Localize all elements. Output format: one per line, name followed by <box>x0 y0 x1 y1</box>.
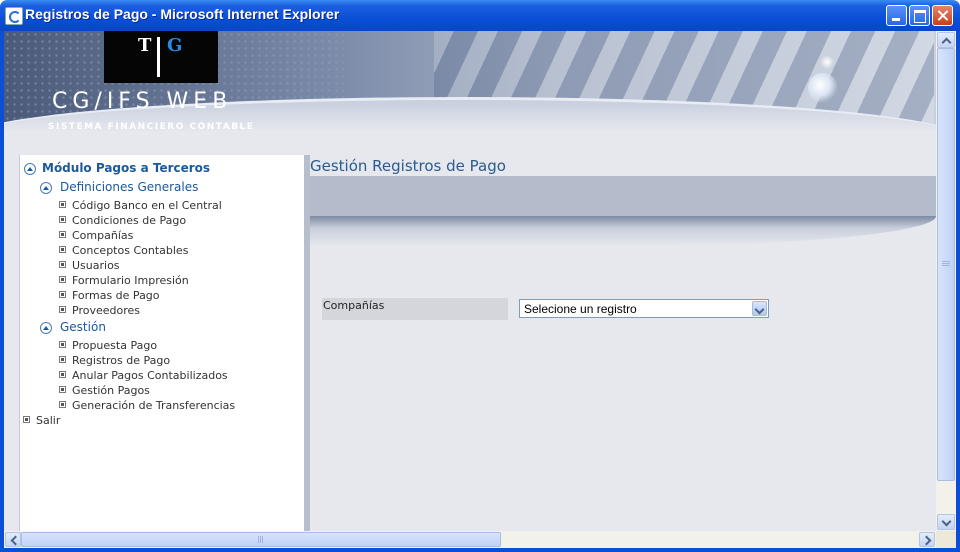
chevron-right-icon <box>921 535 932 546</box>
sidebar-item-propuesta-pago[interactable]: Propuesta Pago <box>72 339 157 352</box>
bullet-icon <box>59 356 66 363</box>
window-title: Registros de Pago - Microsoft Internet E… <box>25 6 340 22</box>
companias-label: Compañías <box>322 298 508 320</box>
brand-tagline: SISTEMA FINANCIERO CONTABLE <box>48 122 255 132</box>
horizontal-scrollbar[interactable] <box>4 531 936 548</box>
sidebar-item-formulario-impresion[interactable]: Formulario Impresión <box>72 274 189 287</box>
sidebar-item-salir[interactable]: Salir <box>36 414 60 427</box>
bullet-icon <box>59 261 66 268</box>
page-title: Gestión Registros de Pago <box>310 157 506 175</box>
grip-icon <box>942 261 950 267</box>
window-title-bar[interactable]: Registros de Pago - Microsoft Internet E… <box>0 0 960 31</box>
chevron-down-icon <box>941 516 952 527</box>
sidebar-item-anular-pagos[interactable]: Anular Pagos Contabilizados <box>72 369 228 382</box>
scroll-left-button[interactable] <box>5 532 21 547</box>
collapse-up-icon[interactable] <box>40 182 52 194</box>
title-band-wave <box>310 216 936 246</box>
horizontal-scroll-thumb[interactable] <box>21 532 501 547</box>
sidebar-item-companias[interactable]: Compañías <box>72 229 133 242</box>
sidebar-item-conceptos-contables[interactable]: Conceptos Contables <box>72 244 188 257</box>
bullet-icon <box>59 201 66 208</box>
bullet-icon <box>59 291 66 298</box>
banner-glow <box>808 73 838 103</box>
sidebar-item-proveedores[interactable]: Proveedores <box>72 304 140 317</box>
scrollbar-corner <box>936 531 956 548</box>
header-banner: T G CG/IFS WEB SISTEMA FINANCIERO CONTAB… <box>4 31 936 139</box>
logo: T G <box>104 31 218 83</box>
bullet-icon <box>59 306 66 313</box>
scroll-up-button[interactable] <box>937 32 955 48</box>
sidebar-item-codigo-banco[interactable]: Código Banco en el Central <box>72 199 222 212</box>
close-button[interactable] <box>932 5 953 26</box>
section-gestion[interactable]: Gestión <box>60 320 106 334</box>
bullet-icon <box>59 276 66 283</box>
scroll-right-button[interactable] <box>919 532 935 547</box>
brand-name: CG/IFS WEB <box>52 89 233 114</box>
sidebar-menu: Módulo Pagos a Terceros Definiciones Gen… <box>19 155 306 531</box>
chevron-down-icon[interactable] <box>752 301 767 316</box>
collapse-up-icon[interactable] <box>40 322 52 334</box>
page-viewport: T G CG/IFS WEB SISTEMA FINANCIERO CONTAB… <box>4 31 936 531</box>
bullet-icon <box>59 386 66 393</box>
chevron-up-icon <box>941 37 952 48</box>
bullet-icon <box>59 231 66 238</box>
bullet-icon <box>59 401 66 408</box>
window-frame-right <box>956 31 960 552</box>
bullet-icon <box>59 341 66 348</box>
maximize-button[interactable] <box>909 5 930 26</box>
logo-divider <box>157 37 160 77</box>
banner-glow-small <box>820 55 834 69</box>
section-definiciones-generales[interactable]: Definiciones Generales <box>60 180 198 194</box>
logo-letter-g: G <box>167 35 183 56</box>
sidebar-item-formas-pago[interactable]: Formas de Pago <box>72 289 160 302</box>
vertical-scroll-thumb[interactable] <box>937 48 955 481</box>
sidebar-item-gestion-pagos[interactable]: Gestión Pagos <box>72 384 150 397</box>
bullet-icon <box>59 371 66 378</box>
sidebar-item-generacion-transferencias[interactable]: Generación de Transferencias <box>72 399 235 412</box>
logo-letter-t: T <box>138 35 152 56</box>
title-band <box>310 176 936 216</box>
ie-icon <box>5 7 23 25</box>
chevron-left-icon <box>10 535 21 546</box>
grip-icon <box>258 536 264 543</box>
collapse-up-icon[interactable] <box>24 163 36 175</box>
bullet-icon <box>59 216 66 223</box>
minimize-button[interactable] <box>886 5 907 26</box>
bullet-icon <box>23 416 30 423</box>
select-value: Selecione un registro <box>524 302 637 316</box>
sidebar-item-condiciones-pago[interactable]: Condiciones de Pago <box>72 214 186 227</box>
bullet-icon <box>59 246 66 253</box>
window-frame-bottom <box>0 548 960 552</box>
vertical-scrollbar[interactable] <box>936 31 956 531</box>
module-title[interactable]: Módulo Pagos a Terceros <box>42 161 210 175</box>
companias-select[interactable]: Selecione un registro <box>519 299 769 318</box>
sidebar-item-registros-pago[interactable]: Registros de Pago <box>72 354 170 367</box>
scroll-down-button[interactable] <box>937 514 955 530</box>
sidebar-item-usuarios[interactable]: Usuarios <box>72 259 120 272</box>
